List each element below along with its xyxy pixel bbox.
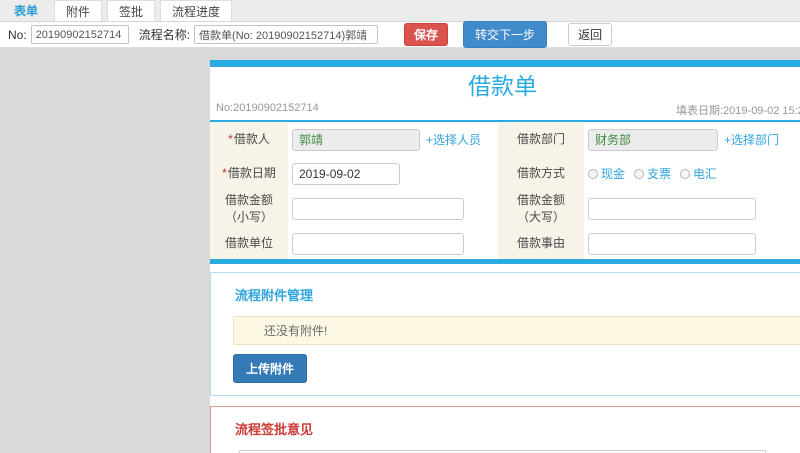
unit-label: 借款单位 [210, 228, 288, 259]
amount-lower-label: 借款金额（小写） [210, 190, 288, 228]
radio-icon[interactable] [634, 168, 645, 179]
borrow-date-cell [288, 157, 498, 190]
approval-heading: 流程签批意见 [235, 422, 314, 437]
amount-lower-cell [288, 190, 498, 228]
borrower-cell: +选择人员 [288, 122, 498, 157]
tab-attachments[interactable]: 附件 [54, 0, 103, 21]
borrow-date-field[interactable] [292, 162, 400, 185]
borrow-date-label: *借款日期 [210, 157, 288, 190]
radio-cheque[interactable]: 支票 [634, 165, 671, 182]
back-button[interactable]: 返回 [568, 23, 613, 46]
department-label: 借款部门 [498, 122, 584, 157]
action-toolbar: No: 流程名称: 保存 转交下一步 返回 [0, 21, 800, 48]
unit-cell [288, 228, 498, 259]
radio-icon[interactable] [680, 168, 691, 179]
loan-form-panel: 借款单 No:20190902152714 填表日期:2019-09-02 15… [210, 60, 800, 264]
no-attachment-message: 还没有附件! [233, 316, 800, 345]
page-title: 借款单 [468, 73, 537, 99]
radio-icon[interactable] [588, 168, 598, 179]
tab-strip: 表单 附件 签批 流程进度 [0, 0, 800, 22]
select-department-link[interactable]: +选择部门 [724, 131, 779, 148]
required-mark: * [228, 132, 233, 146]
borrow-method-radios: 现金 支票 电汇 [588, 165, 717, 182]
process-name-input[interactable] [194, 25, 379, 44]
select-person-link[interactable]: +选择人员 [426, 131, 481, 148]
process-name-label: 流程名称: [138, 28, 191, 42]
no-input[interactable] [30, 25, 129, 44]
borrower-label: *借款人 [210, 122, 288, 157]
no-label: No: [8, 27, 27, 42]
reason-cell [584, 228, 800, 259]
main-content: 借款单 No:20190902152714 填表日期:2019-09-02 15… [210, 60, 800, 453]
upload-attachment-button[interactable]: 上传附件 [233, 354, 308, 383]
amount-upper-label: 借款金额（大写） [498, 190, 584, 228]
document-number: No:20190902152714 [216, 102, 319, 114]
approval-panel: 流程签批意见 B I abc ✎ ⚭ ⚮ ⚑ ≣ ☰ ⇤ ⇥ ❞ 样式 [210, 406, 800, 453]
tab-form[interactable]: 表单 [3, 0, 49, 21]
radio-wire-transfer[interactable]: 电汇 [680, 165, 717, 182]
department-cell: +选择部门 [584, 122, 800, 157]
next-step-button[interactable]: 转交下一步 [463, 21, 548, 48]
tab-approvals[interactable]: 签批 [107, 0, 156, 21]
reason-label: 借款事由 [498, 228, 584, 259]
attachment-panel: 流程附件管理 还没有附件! 上传附件 [210, 272, 800, 396]
borrower-field [292, 128, 420, 151]
reason-field[interactable] [588, 232, 756, 255]
save-button[interactable]: 保存 [404, 23, 449, 46]
panel-accent-bar-bottom [210, 259, 800, 264]
amount-lower-field[interactable] [292, 198, 464, 220]
fill-date: 填表日期:2019-09-02 15:27:1 [676, 105, 800, 117]
tab-process-progress[interactable]: 流程进度 [160, 0, 233, 21]
borrow-method-cell: 现金 支票 电汇 [584, 157, 800, 190]
form-meta-row: No:20190902152714 填表日期:2019-09-02 15:27:… [210, 102, 800, 117]
unit-field[interactable] [292, 232, 464, 255]
loan-form-table: *借款人 +选择人员 借款部门 +选择部门 *借款日期 借款方式 [210, 120, 800, 259]
radio-cash[interactable]: 现金 [588, 165, 625, 182]
department-field [588, 128, 718, 151]
attachment-heading: 流程附件管理 [235, 288, 314, 303]
amount-upper-cell [584, 190, 800, 228]
amount-upper-field[interactable] [588, 198, 756, 220]
panel-accent-bar [210, 60, 800, 67]
required-mark: * [222, 166, 227, 180]
borrow-method-label: 借款方式 [498, 157, 584, 190]
